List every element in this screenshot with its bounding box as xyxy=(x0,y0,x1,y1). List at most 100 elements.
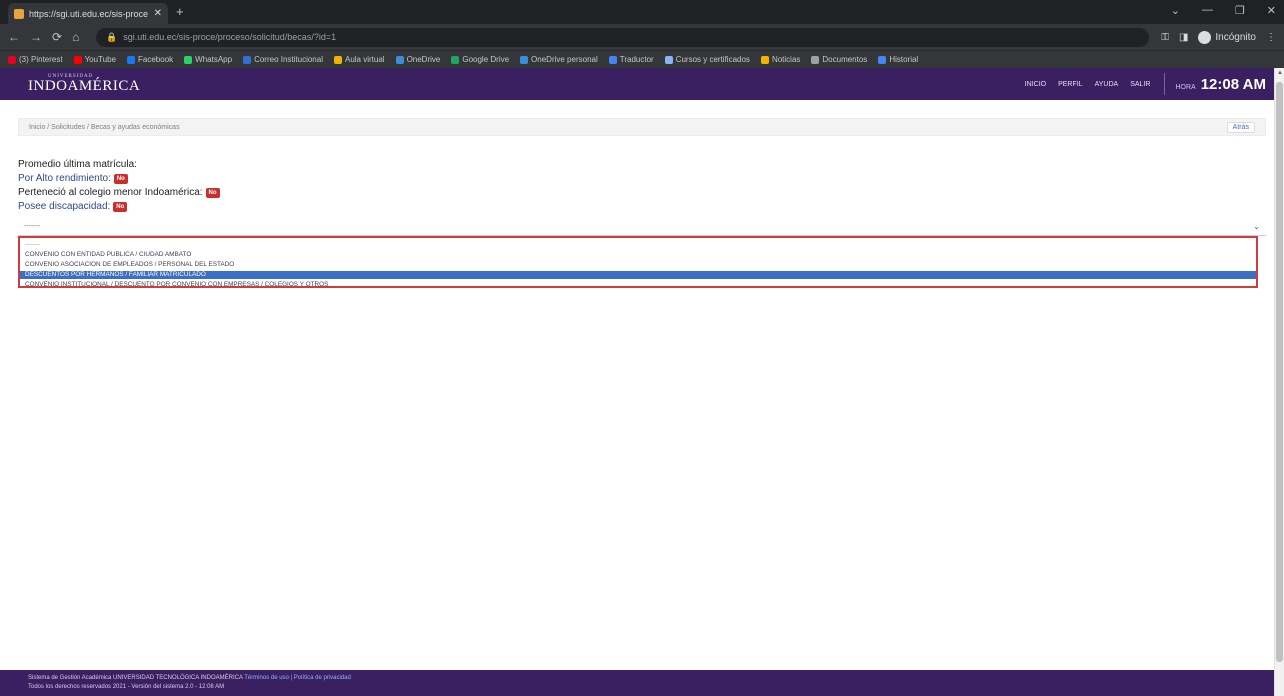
page-footer: Sistema de Gestión Académica UNIVERSIDAD… xyxy=(0,670,1274,696)
browser-toolbar: ← → ⟳ ⌂ 🔒 sgi.uti.edu.ec/sis-proce/proce… xyxy=(0,24,1284,50)
address-bar[interactable]: 🔒 sgi.uti.edu.ec/sis-proce/proceso/solic… xyxy=(96,27,1150,47)
bookmark-item[interactable]: Google Drive xyxy=(451,55,509,64)
maximize-icon[interactable]: ❐ xyxy=(1235,4,1245,17)
tab-search-icon[interactable]: ⌄ xyxy=(1171,4,1180,17)
bookmark-item[interactable]: Noticias xyxy=(760,55,801,64)
bookmark-favicon-icon xyxy=(395,55,404,64)
header-clock: HORA 12:08 AM xyxy=(1175,76,1266,93)
bookmark-item[interactable]: Cursos y certificados xyxy=(664,55,750,64)
bookmark-label: Google Drive xyxy=(462,55,510,64)
bookmarks-bar: (3) Pinterest YouTube Facebook WhatsApp Corr… xyxy=(0,50,1284,68)
back-button[interactable]: Atrás xyxy=(1226,121,1255,133)
discapacidad-badge: No xyxy=(113,202,128,212)
bookmark-label: Facebook xyxy=(138,55,174,64)
bookmark-label: WhatsApp xyxy=(195,55,233,64)
bookmark-favicon-icon xyxy=(878,55,887,64)
bookmark-label: Cursos y certificados xyxy=(675,55,750,64)
bookmark-favicon-icon xyxy=(664,55,673,64)
dropdown-option[interactable]: CONVENIO INSTITUCIONAL / DESCUENTO POR C… xyxy=(20,281,1256,289)
bookmark-label: (3) Pinterest xyxy=(19,55,63,64)
menu-kebab-icon[interactable]: ⋮ xyxy=(1266,32,1276,43)
alto-rendimiento-row: Por Alto rendimiento: No xyxy=(18,172,220,186)
tab-title: https://sgi.uti.edu.ec/sis-proce xyxy=(29,8,149,19)
back-arrow-icon[interactable]: ← xyxy=(8,30,20,44)
breadcrumb: Inicio / Solicitudes / Becas y ayudas ec… xyxy=(18,118,1266,136)
sidepanel-icon[interactable]: ◨ xyxy=(1179,32,1188,43)
bookmark-favicon-icon xyxy=(811,55,820,64)
header-link-salir[interactable]: SALIR xyxy=(1130,81,1150,88)
header-link-ayuda[interactable]: AYUDA xyxy=(1095,81,1119,88)
beca-type-dropdown-list: ------- CONVENIO CON ENTIDAD PÚBLICA / CI… xyxy=(18,236,1258,288)
bookmark-favicon-icon xyxy=(608,55,617,64)
bookmark-item[interactable]: WhatsApp xyxy=(184,55,232,64)
incognito-label: Incógnito xyxy=(1215,31,1256,43)
header-links: INICIO PERFIL AYUDA SALIR xyxy=(1025,81,1151,88)
close-tab-icon[interactable]: ✕ xyxy=(154,8,162,19)
footer-line-2: Todos los derechos reservados 2021 - Ver… xyxy=(28,684,225,690)
bookmark-label: Documentos xyxy=(822,55,868,64)
beca-type-select[interactable]: ------- ⌄ xyxy=(18,218,1266,236)
browser-tab[interactable]: https://sgi.uti.edu.ec/sis-proce ✕ xyxy=(8,3,168,24)
bookmark-item[interactable]: Facebook xyxy=(127,55,173,64)
bookmark-favicon-icon xyxy=(184,55,193,64)
bookmark-label: Historial xyxy=(889,55,919,64)
bookmark-item[interactable]: OneDrive personal xyxy=(520,55,598,64)
reload-icon[interactable]: ⟳ xyxy=(52,30,62,44)
clock-time: 12:08 AM xyxy=(1200,75,1266,93)
breadcrumb-path[interactable]: Inicio / Solicitudes / Becas y ayudas ec… xyxy=(29,124,180,131)
toolbar-right: ⚿ ◨ Incógnito ⋮ xyxy=(1161,30,1276,44)
dropdown-option[interactable]: CONVENIO ASOCIACIÓN DE EMPLEADOS / PERSO… xyxy=(20,261,1256,269)
header-link-perfil[interactable]: PERFIL xyxy=(1058,81,1083,88)
bookmark-favicon-icon xyxy=(333,55,342,64)
alto-rendimiento-label: Por Alto rendimiento: xyxy=(18,173,111,184)
header-divider xyxy=(1164,73,1166,95)
discapacidad-label: Posee discapacidad: xyxy=(18,201,111,212)
footer-text: Sistema de Gestión Académica UNIVERSIDAD… xyxy=(28,675,243,681)
incognito-indicator[interactable]: Incógnito xyxy=(1198,30,1256,44)
navigation-buttons: ← → ⟳ ⌂ xyxy=(8,30,96,44)
student-info: Promedio última matrícula: Por Alto rend… xyxy=(18,158,220,214)
discapacidad-row: Posee discapacidad: No xyxy=(18,200,220,214)
bookmark-label: Traductor xyxy=(619,55,654,64)
bookmark-label: YouTube xyxy=(84,55,117,64)
colegio-badge: No xyxy=(205,188,220,198)
dropdown-option[interactable]: CONVENIO CON ENTIDAD PÚBLICA / CIUDAD AM… xyxy=(20,251,1256,259)
bookmark-label: OneDrive personal xyxy=(531,55,598,64)
bookmark-favicon-icon xyxy=(73,55,82,64)
window-controls: ⌄ — ❐ ✕ xyxy=(1171,4,1276,17)
bookmark-label: Noticias xyxy=(771,55,801,64)
bookmark-item[interactable]: Correo Institucional xyxy=(243,55,323,64)
new-tab-button[interactable]: + xyxy=(176,4,184,19)
minimize-icon[interactable]: — xyxy=(1202,4,1213,17)
bookmark-item[interactable]: Traductor xyxy=(608,55,654,64)
footer-line-1: Sistema de Gestión Académica UNIVERSIDAD… xyxy=(28,674,1246,683)
bookmark-favicon-icon xyxy=(520,55,529,64)
bookmark-item[interactable]: YouTube xyxy=(73,55,117,64)
dropdown-option[interactable]: ------- xyxy=(20,241,1256,249)
colegio-label: Perteneció al colegio menor Indoamérica: xyxy=(18,187,203,198)
address-url: sgi.uti.edu.ec/sis-proce/proceso/solicit… xyxy=(123,32,337,42)
lock-icon[interactable]: 🔒 xyxy=(106,32,117,43)
close-window-icon[interactable]: ✕ xyxy=(1267,4,1276,17)
page-scrollbar[interactable]: ▲ xyxy=(1274,68,1284,696)
select-value: ------- xyxy=(24,223,41,230)
scroll-thumb[interactable] xyxy=(1276,82,1283,662)
dropdown-option[interactable]: DESCUENTOS POR HERMANOS / FAMILIAR MATRI… xyxy=(20,271,1256,279)
scroll-up-icon[interactable]: ▲ xyxy=(1277,70,1283,76)
university-logo[interactable]: UNIVERSIDAD INDOAMÉRICA xyxy=(28,74,140,94)
app-header: UNIVERSIDAD INDOAMÉRICA INICIO PERFIL AY… xyxy=(0,68,1278,100)
bookmark-item[interactable]: Aula virtual xyxy=(333,55,385,64)
bookmark-item[interactable]: OneDrive xyxy=(395,55,440,64)
footer-links[interactable]: Términos de uso | Política de privacidad xyxy=(244,675,351,681)
bookmark-favicon-icon xyxy=(8,55,16,64)
bookmark-item[interactable]: (3) Pinterest xyxy=(8,55,63,64)
bookmark-item[interactable]: Historial xyxy=(878,55,918,64)
bookmark-label: Aula virtual xyxy=(344,55,385,64)
home-icon[interactable]: ⌂ xyxy=(72,30,79,44)
bookmark-item[interactable]: Documentos xyxy=(811,55,867,64)
chevron-down-icon: ⌄ xyxy=(1253,222,1260,231)
forward-arrow-icon[interactable]: → xyxy=(30,30,42,44)
key-icon[interactable]: ⚿ xyxy=(1161,32,1169,43)
header-link-inicio[interactable]: INICIO xyxy=(1025,81,1046,88)
bookmark-favicon-icon xyxy=(127,55,136,64)
